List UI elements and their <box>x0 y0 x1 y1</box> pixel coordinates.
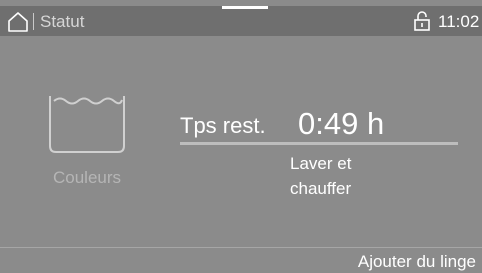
add-laundry-label: Ajouter du linge <box>357 252 476 271</box>
program-name: Couleurs <box>53 168 122 187</box>
status-separator <box>33 13 34 30</box>
program-phase: Laver et chauffer <box>290 151 410 201</box>
remaining-time-value: 0:49 h <box>298 106 385 141</box>
washing-machine-status-screen: Statut 11:02 Couleurs Tps rest. 0:49 h L… <box>0 0 482 273</box>
phase-line-2: chauffer <box>290 179 352 198</box>
page-title: Statut <box>40 12 85 31</box>
remaining-time-label: Tps rest. <box>180 113 266 138</box>
phase-line-1: Laver et <box>290 154 352 173</box>
add-laundry-button[interactable]: Ajouter du linge <box>0 248 482 273</box>
clock: 11:02 <box>438 12 480 31</box>
home-icon[interactable] <box>7 11 29 33</box>
top-indicator <box>222 6 268 9</box>
washing-tub-icon <box>49 96 125 153</box>
lock-open-icon <box>414 11 430 31</box>
progress-bar <box>180 142 458 145</box>
